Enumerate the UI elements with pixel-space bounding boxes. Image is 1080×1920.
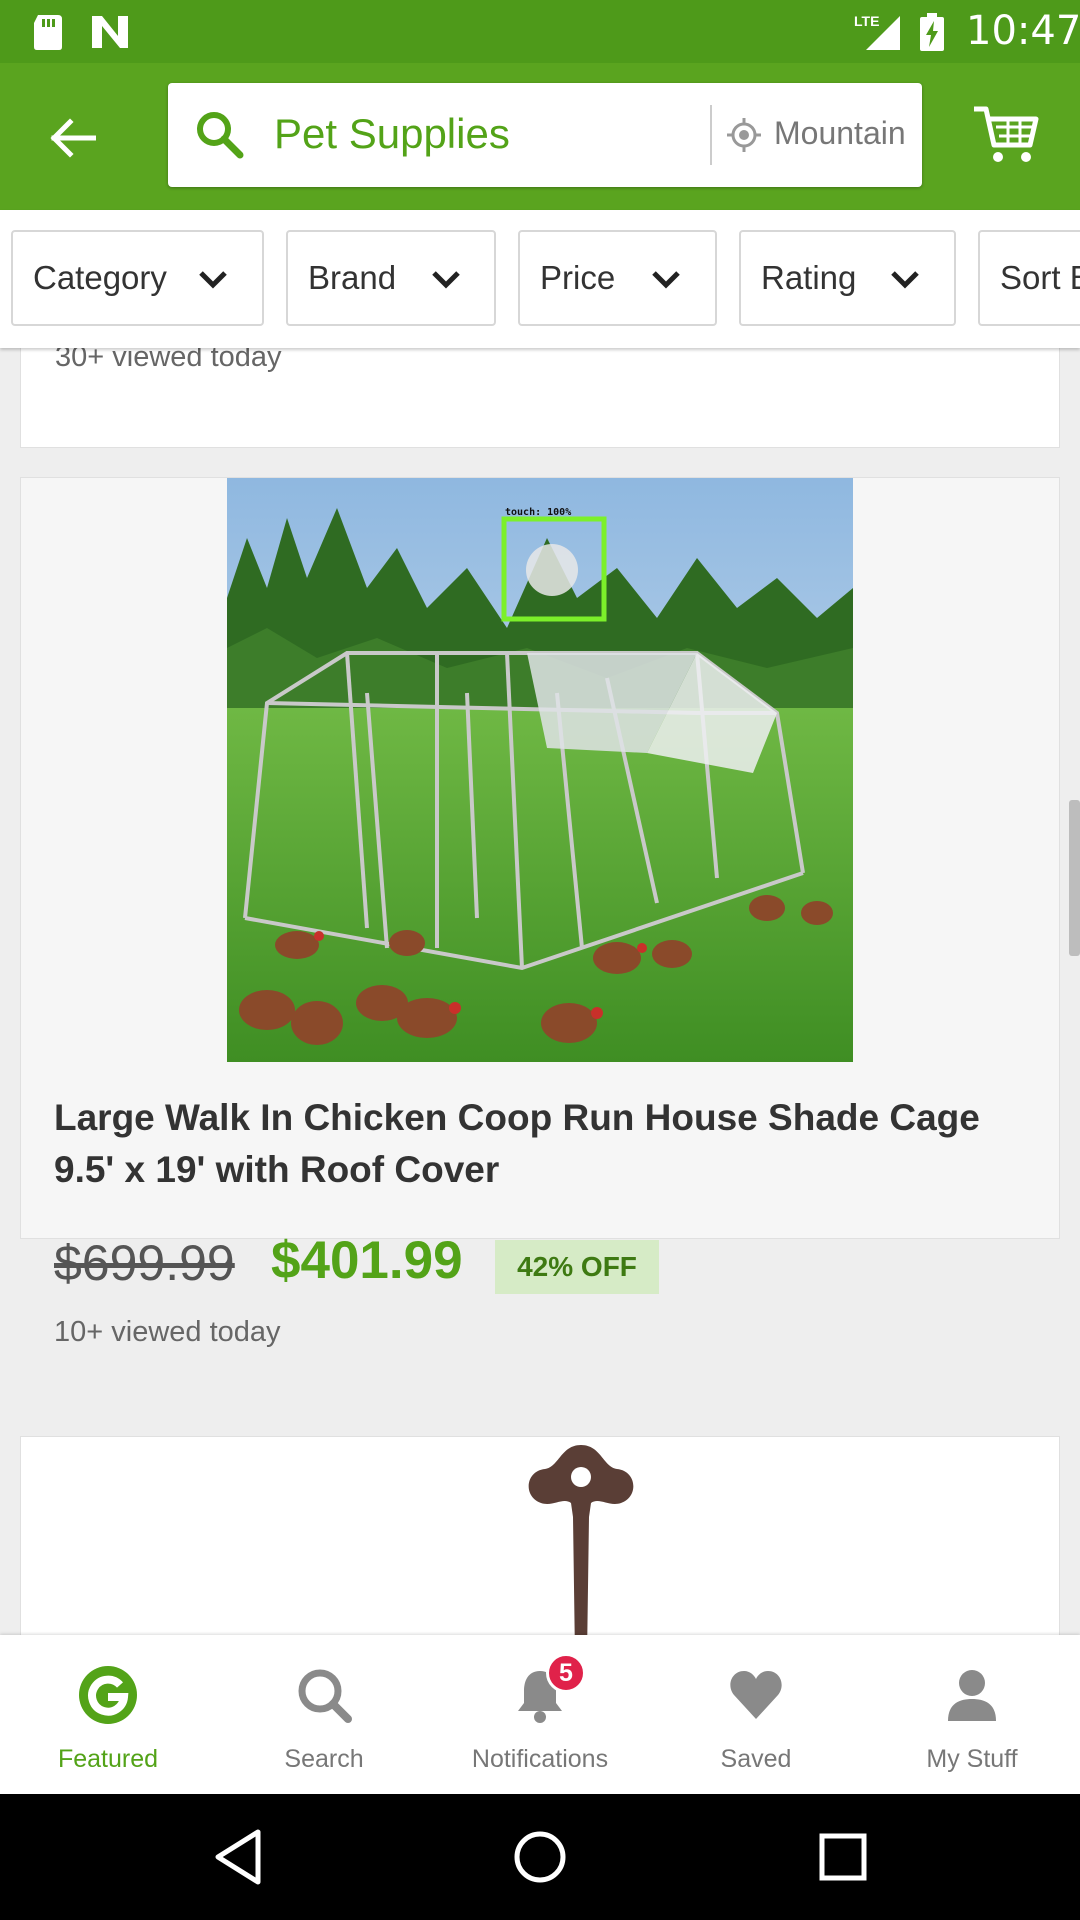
touch-label: touch: 100% xyxy=(505,507,571,518)
status-time: 10:47 xyxy=(966,8,1080,54)
heart-icon xyxy=(730,1671,782,1719)
arrow-back-icon xyxy=(50,118,96,158)
chevron-down-icon xyxy=(432,271,460,289)
nav-search[interactable]: Search xyxy=(216,1635,432,1794)
notification-badge: 5 xyxy=(546,1653,586,1693)
chevron-down-icon xyxy=(652,271,680,289)
n-logo-icon xyxy=(92,16,128,48)
filter-label: Category xyxy=(33,259,167,296)
filter-rating[interactable]: Rating xyxy=(739,230,956,326)
nav-featured[interactable]: Featured xyxy=(0,1635,216,1794)
cart-icon[interactable] xyxy=(972,99,1042,169)
home-circle-icon[interactable] xyxy=(507,1824,573,1890)
location-icon[interactable] xyxy=(726,117,762,153)
sale-price: $401.99 xyxy=(271,1231,463,1290)
product-image[interactable]: touch: 100% xyxy=(227,478,853,1062)
nav-notifications[interactable]: Notifications xyxy=(432,1635,648,1794)
groupon-g-icon xyxy=(79,1666,137,1724)
nav-label: Search xyxy=(284,1745,364,1773)
chevron-down-icon xyxy=(891,271,919,289)
filter-bar: Category Brand Price Rating Sort B xyxy=(0,210,1080,348)
filter-label: Brand xyxy=(308,259,397,296)
product-list[interactable]: 30+ viewed today touch: 100% Large Walk … xyxy=(0,348,1080,1635)
product-image[interactable] xyxy=(501,1437,661,1635)
back-button[interactable] xyxy=(40,105,106,171)
svg-text:LTE: LTE xyxy=(854,13,879,29)
search-icon xyxy=(197,112,244,159)
scrollbar[interactable] xyxy=(1069,800,1080,956)
product-title[interactable]: Large Walk In Chicken Coop Run House Sha… xyxy=(54,1092,1014,1196)
filter-price[interactable]: Price xyxy=(518,230,717,326)
nav-my-stuff[interactable]: My Stuff xyxy=(864,1635,1080,1794)
lte-signal-icon: LTE xyxy=(854,13,900,50)
nav-saved[interactable]: Saved xyxy=(648,1635,864,1794)
discount-badge: 42% OFF xyxy=(495,1240,659,1294)
battery-charging-icon xyxy=(920,13,944,51)
original-price: $699.99 xyxy=(54,1235,235,1291)
nav-label: My Stuff xyxy=(926,1745,1018,1773)
search-divider xyxy=(710,105,712,165)
search-query[interactable]: Pet Supplies xyxy=(274,110,510,158)
recents-square-icon[interactable] xyxy=(810,1824,876,1890)
sd-card-icon xyxy=(34,15,62,50)
filter-label: Sort B xyxy=(1000,259,1080,296)
person-icon xyxy=(948,1670,996,1721)
nav-label: Notifications xyxy=(471,1745,609,1773)
filter-label: Rating xyxy=(761,259,857,296)
filter-category[interactable]: Category xyxy=(11,230,264,326)
product-card[interactable]: 30+ viewed today xyxy=(20,348,1060,448)
view-count: 10+ viewed today xyxy=(54,1316,281,1348)
app-bar: Pet Supplies Mountain xyxy=(0,63,1080,210)
search-icon xyxy=(298,1669,352,1723)
location-text[interactable]: Mountain xyxy=(774,115,910,152)
nav-label: Featured xyxy=(57,1745,159,1773)
status-bar: LTE 10:47 xyxy=(0,0,1080,63)
product-card[interactable] xyxy=(20,1436,1060,1635)
bottom-navigation: Featured Search Notifications 5 Saved My… xyxy=(0,1635,1080,1794)
back-triangle-icon[interactable] xyxy=(206,1824,272,1890)
chevron-down-icon xyxy=(199,271,227,289)
product-card[interactable]: touch: 100% Large Walk In Chicken Coop R… xyxy=(20,477,1060,1348)
nav-label: Saved xyxy=(720,1745,792,1773)
system-navigation-bar xyxy=(0,1794,1080,1920)
view-count: 30+ viewed today xyxy=(55,348,282,373)
filter-label: Price xyxy=(540,259,616,296)
filter-sort[interactable]: Sort B xyxy=(978,230,1080,326)
search-box[interactable]: Pet Supplies Mountain xyxy=(168,83,922,187)
filter-brand[interactable]: Brand xyxy=(286,230,496,326)
